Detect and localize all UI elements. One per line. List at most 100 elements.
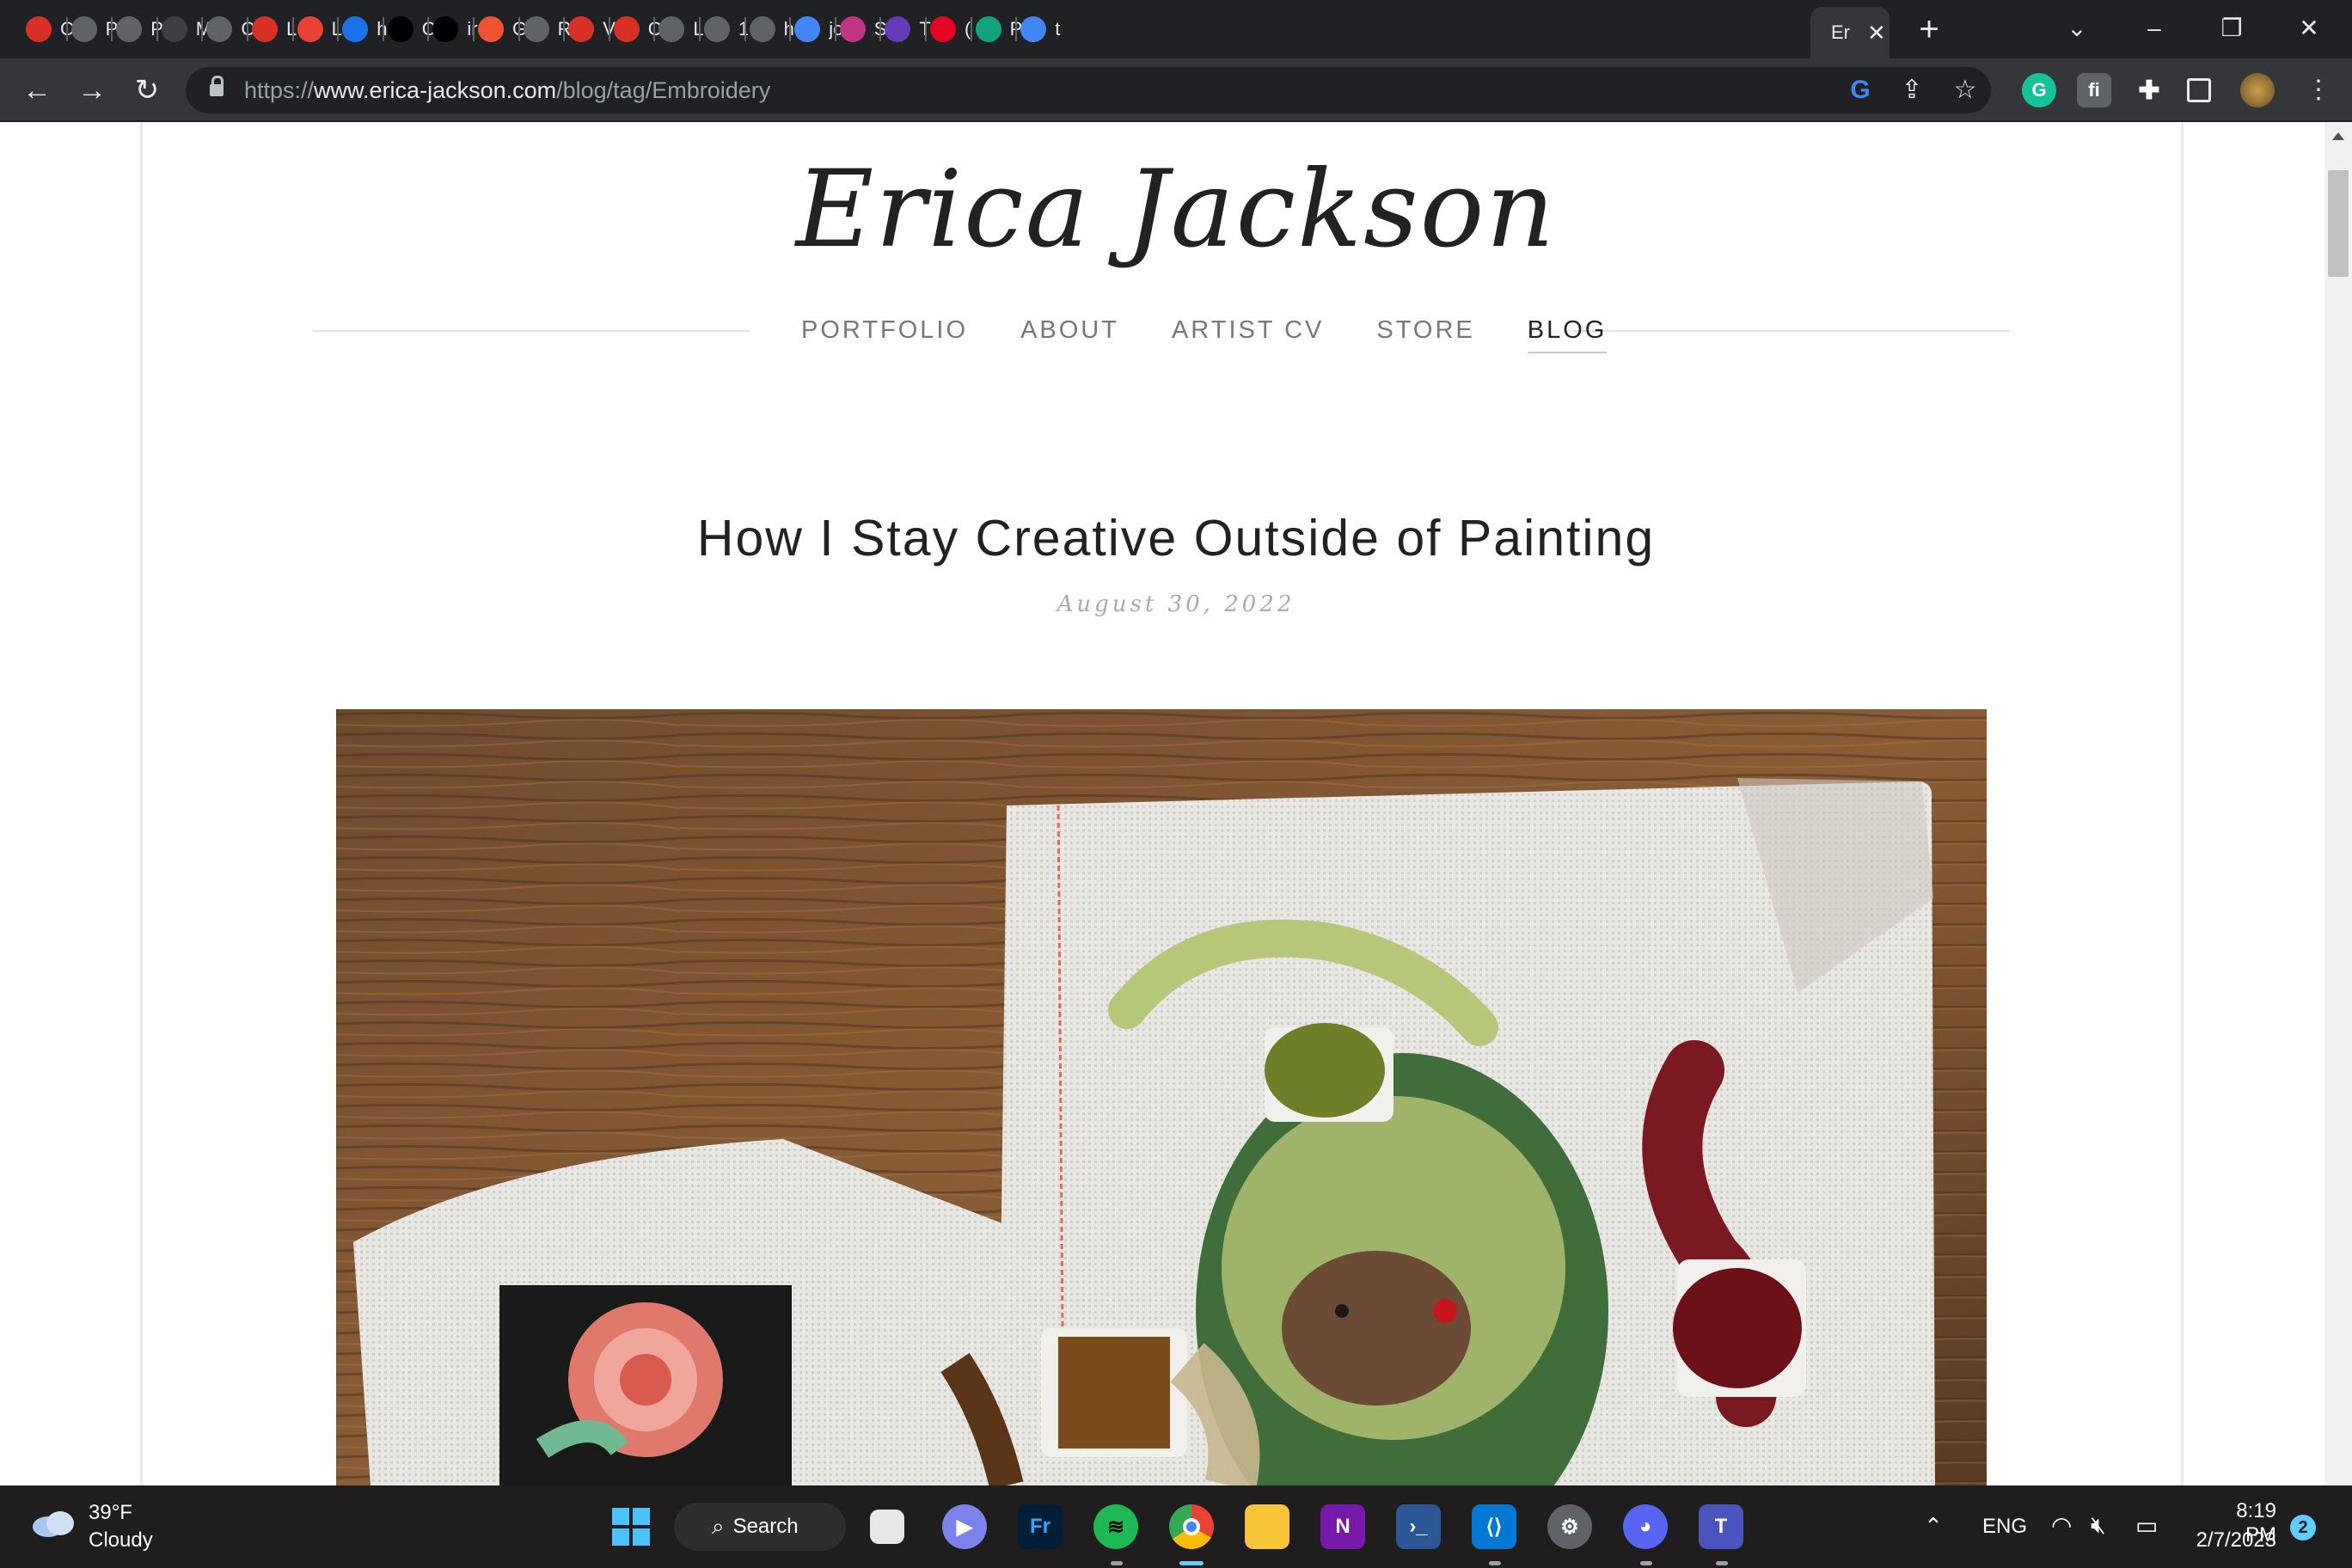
wifi-icon[interactable]: ◠ (2051, 1511, 2072, 1540)
browser-tab[interactable]: C (26, 9, 77, 50)
browser-tab[interactable]: G (478, 9, 530, 50)
extensions-puzzle-icon[interactable]: ✚ (2132, 73, 2166, 107)
tab-separator (699, 17, 701, 41)
scroll-up-arrow-icon[interactable] (2332, 132, 2344, 140)
browser-tab[interactable]: P (116, 9, 168, 50)
nav-about[interactable]: ABOUT (1020, 316, 1119, 353)
tab-separator (970, 17, 972, 41)
settings-gear-icon[interactable]: ⚙ (1547, 1504, 1592, 1549)
docs-icon (1020, 16, 1047, 42)
powershell-icon[interactable]: ›_ (1396, 1504, 1441, 1549)
google-lens-icon[interactable]: G (1845, 75, 1876, 106)
tab-separator (65, 17, 68, 41)
browser-tab[interactable]: h (749, 9, 801, 50)
side-panel-icon[interactable] (2187, 78, 2211, 102)
globe-icon (658, 16, 685, 42)
nav-artist-cv[interactable]: ARTIST CV (1172, 316, 1324, 353)
cloud-icon[interactable] (31, 1508, 77, 1539)
share-icon[interactable]: ⇪ (1896, 75, 1927, 106)
openai-icon (975, 16, 1001, 42)
browser-tab[interactable]: C (387, 9, 439, 50)
browser-tab[interactable]: L (658, 9, 710, 50)
tab-separator (473, 17, 475, 41)
close-window-button[interactable]: ✕ (2283, 7, 2335, 50)
site-logo[interactable]: Erica Jackson (0, 148, 2352, 272)
nav-store[interactable]: STORE (1376, 316, 1474, 353)
embroidery-photo (336, 709, 1987, 1485)
browser-tab[interactable]: t (1020, 9, 1072, 50)
spotify-icon[interactable]: ≋ (1093, 1504, 1138, 1549)
tab-separator (247, 17, 248, 41)
teams-icon[interactable]: T (1699, 1504, 1743, 1549)
bookmark-star-icon[interactable]: ☆ (1950, 75, 1981, 106)
teams-chat-icon[interactable]: ▶ (942, 1504, 987, 1549)
tab-search-button[interactable]: ⌄ (2051, 7, 2103, 50)
restore-button[interactable]: ❐ (2206, 7, 2257, 50)
browser-tab[interactable]: T (885, 9, 936, 50)
volume-muted-icon[interactable]: 🔇︎ (2091, 1511, 2106, 1540)
menu-kebab-icon[interactable]: ⋮ (2299, 70, 2338, 110)
battery-icon[interactable]: ▭ (2135, 1511, 2158, 1540)
browser-tab[interactable]: L (297, 9, 349, 50)
tab-separator (789, 17, 792, 41)
page-scrollbar[interactable] (2324, 122, 2352, 1485)
onenote-icon[interactable]: N (1320, 1504, 1365, 1549)
post-date: August 30, 2022 (1057, 591, 1295, 617)
grammarly-icon[interactable]: G (2022, 73, 2056, 107)
nav-divider-left (313, 330, 750, 332)
post-image[interactable] (336, 709, 1987, 1485)
close-icon[interactable]: ✕ (1867, 20, 1886, 46)
browser-tab[interactable]: P (70, 9, 123, 50)
lock-icon[interactable] (210, 76, 224, 98)
nav-divider-right (1573, 330, 2010, 332)
browser-tab[interactable]: V (568, 9, 620, 50)
start-windows-icon[interactable] (609, 1504, 653, 1549)
discord-icon[interactable]: ◕ (1623, 1504, 1668, 1549)
language-indicator[interactable]: ENG (1982, 1515, 2027, 1539)
chrome-icon[interactable] (1169, 1504, 1214, 1549)
notification-badge[interactable]: 2 (2290, 1515, 2316, 1540)
profile-avatar[interactable] (2240, 73, 2275, 107)
git-icon (478, 16, 504, 42)
weather-temperature[interactable]: 39°F (89, 1501, 132, 1525)
tab-separator (1015, 17, 1018, 41)
browser-tab[interactable]: S (839, 9, 891, 50)
active-tab[interactable]: Er ✕ (1810, 7, 1890, 58)
file-explorer-icon[interactable] (1245, 1504, 1289, 1549)
globe-icon (206, 16, 233, 42)
extension-icon[interactable]: fi (2077, 73, 2111, 107)
browser-tab[interactable]: C (613, 9, 665, 50)
scroll-thumb[interactable] (2328, 170, 2349, 277)
browser-tab[interactable]: 1 (704, 9, 756, 50)
browser-tab[interactable]: jc (794, 9, 846, 50)
tab-separator (925, 17, 927, 41)
back-button[interactable]: ← (17, 70, 57, 110)
browser-tab[interactable]: R (523, 9, 575, 50)
forward-button[interactable]: → (72, 70, 112, 110)
browser-tab[interactable]: ( (930, 9, 982, 50)
teams-running-indicator (1716, 1561, 1728, 1565)
new-tab-button[interactable]: + (1910, 10, 1948, 48)
address-bar[interactable]: https://www.erica-jackson.com/blog/tag/E… (186, 67, 1991, 113)
browser-tab[interactable]: L (252, 9, 303, 50)
github-icon (432, 16, 459, 42)
adobe-fresco-icon[interactable]: Fr (1018, 1504, 1063, 1549)
weather-condition[interactable]: Cloudy (89, 1528, 153, 1553)
browser-tab[interactable]: h (342, 9, 394, 50)
browser-tab[interactable]: ir (432, 9, 484, 50)
post-title[interactable]: How I Stay Creative Outside of Painting (0, 509, 2352, 567)
minimize-button[interactable]: – (2128, 7, 2180, 50)
reload-button[interactable]: ↻ (127, 70, 167, 110)
tab-separator (156, 17, 158, 41)
browser-tab[interactable]: P (975, 9, 1027, 50)
tray-overflow-chevron-icon[interactable]: ⌃ (1924, 1513, 1943, 1540)
nav-portfolio[interactable]: PORTFOLIO (801, 316, 968, 353)
nav-blog[interactable]: BLOG (1527, 316, 1608, 353)
browser-tab[interactable]: M (161, 9, 213, 50)
page-viewport: Erica Jackson PORTFOLIO ABOUT ARTIST CV … (0, 122, 2352, 1485)
browser-tab[interactable]: C (206, 9, 258, 50)
taskbar-search[interactable]: ⌕ Search (674, 1503, 846, 1551)
vscode-icon[interactable]: ⟨⟩ (1472, 1504, 1516, 1549)
task-view-icon[interactable] (870, 1510, 904, 1544)
clock-date[interactable]: 2/7/2023 (2190, 1528, 2276, 1553)
